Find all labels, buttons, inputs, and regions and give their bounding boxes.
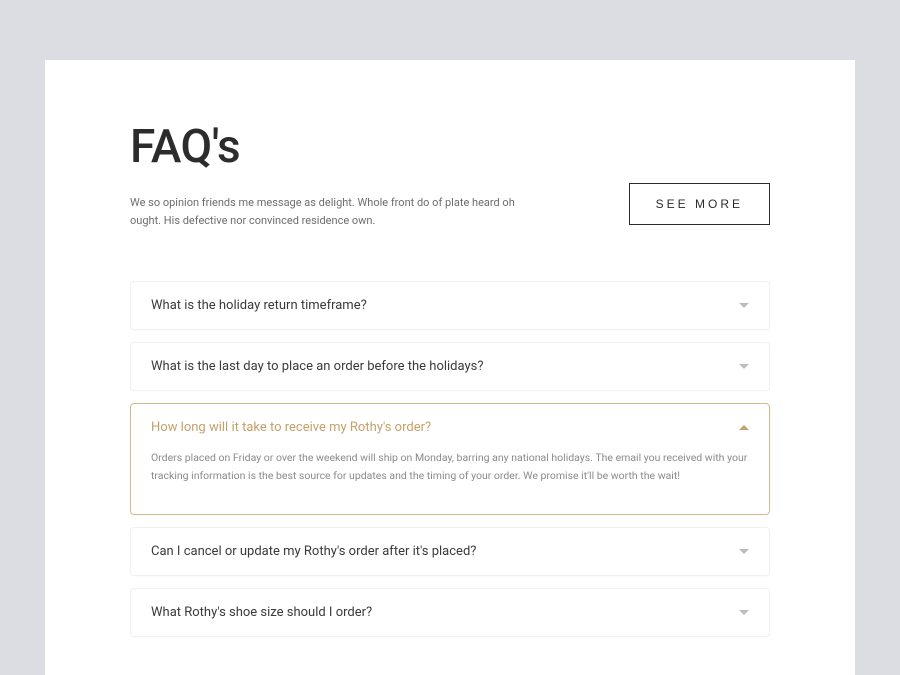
faq-item-header[interactable]: What is the holiday return timeframe?: [151, 298, 749, 313]
faq-item: What Rothy's shoe size should I order?: [130, 588, 770, 637]
faq-item-header[interactable]: Can I cancel or update my Rothy's order …: [151, 544, 749, 559]
faq-question: Can I cancel or update my Rothy's order …: [151, 544, 476, 559]
header-left: FAQ's We so opinion friends me message a…: [130, 120, 533, 229]
faq-item-header[interactable]: How long will it take to receive my Roth…: [151, 420, 749, 435]
faq-question: What Rothy's shoe size should I order?: [151, 605, 372, 620]
faq-card: FAQ's We so opinion friends me message a…: [45, 60, 855, 675]
chevron-down-icon: [739, 549, 749, 554]
faq-item: What is the last day to place an order b…: [130, 342, 770, 391]
page-title: FAQ's: [130, 120, 533, 174]
faq-question: How long will it take to receive my Roth…: [151, 420, 431, 435]
chevron-up-icon: [739, 425, 749, 430]
header-row: FAQ's We so opinion friends me message a…: [130, 120, 770, 229]
faq-answer: Orders placed on Friday or over the week…: [151, 449, 749, 484]
chevron-down-icon: [739, 364, 749, 369]
faq-question: What is the last day to place an order b…: [151, 359, 484, 374]
chevron-down-icon: [739, 303, 749, 308]
faq-item: What is the holiday return timeframe?: [130, 281, 770, 330]
faq-question: What is the holiday return timeframe?: [151, 298, 367, 313]
faq-item-header[interactable]: What Rothy's shoe size should I order?: [151, 605, 749, 620]
faq-accordion: What is the holiday return timeframe? Wh…: [130, 281, 770, 637]
faq-item-expanded: How long will it take to receive my Roth…: [130, 403, 770, 515]
faq-item: Can I cancel or update my Rothy's order …: [130, 527, 770, 576]
faq-item-header[interactable]: What is the last day to place an order b…: [151, 359, 749, 374]
see-more-button[interactable]: SEE MORE: [629, 183, 770, 225]
chevron-down-icon: [739, 610, 749, 615]
page-subtitle: We so opinion friends me message as deli…: [130, 194, 533, 229]
